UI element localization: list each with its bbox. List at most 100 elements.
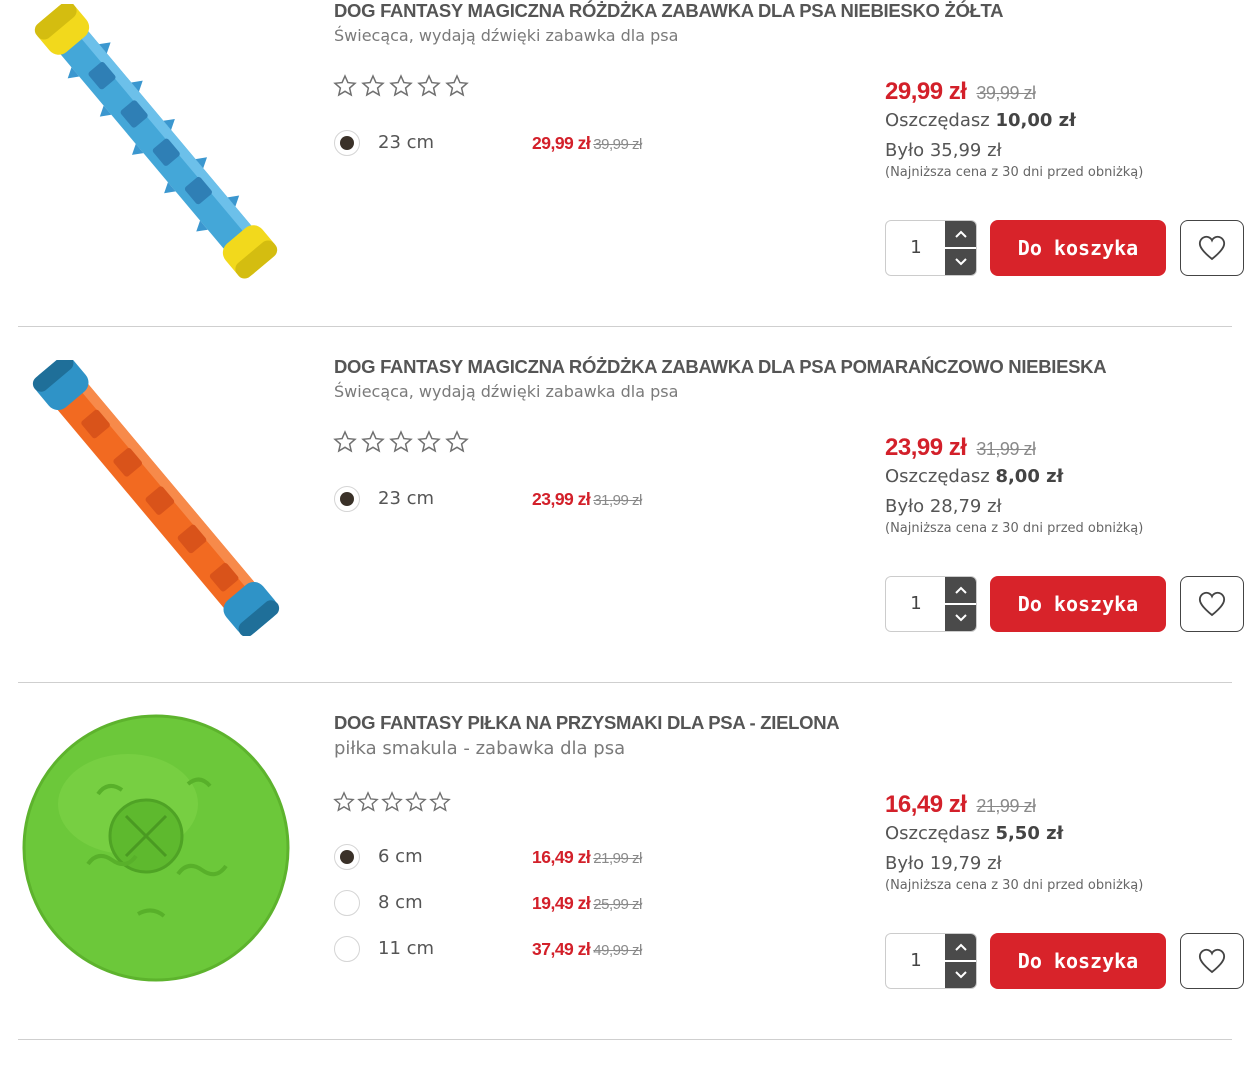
quantity-input[interactable]: 1 xyxy=(886,221,946,275)
rating-stars[interactable] xyxy=(333,791,451,816)
product-image[interactable] xyxy=(18,4,294,280)
price-summary: 16,49 zł 21,99 zł Oszczędasz 5,50 zł Było… xyxy=(885,791,1143,893)
variant-size: 6 cm xyxy=(378,846,423,867)
variant-radio[interactable] xyxy=(334,130,360,156)
variant-old-price: 25,99 zł xyxy=(593,896,642,913)
star-outline-icon xyxy=(361,430,385,457)
star-outline-icon xyxy=(357,791,379,816)
product-card: DOG FANTASY MAGICZNA RÓŻDŻKA ZABAWKA DLA… xyxy=(0,356,1250,712)
product-divider xyxy=(18,1039,1232,1040)
chevron-up-icon xyxy=(955,586,967,594)
variant-list: 6 cm 16,49 zł 21,99 zł 8 cm 19,49 zł 25,99… xyxy=(334,844,694,982)
quantity-increase-button[interactable] xyxy=(945,577,976,603)
variant-option[interactable]: 23 cm 23,99 zł 31,99 zł xyxy=(334,486,694,532)
price-summary: 23,99 zł 31,99 zł Oszczędasz 8,00 zł Było… xyxy=(885,434,1143,536)
old-price: 39,99 zł xyxy=(976,83,1036,103)
variant-option[interactable]: 23 cm 29,99 zł 39,99 zł xyxy=(334,130,694,176)
previous-price-text: Było 19,79 zł xyxy=(885,853,1002,874)
product-image[interactable] xyxy=(18,714,294,990)
add-to-cart-button[interactable]: Do koszyka xyxy=(990,220,1166,276)
product-card: DOG FANTASY MAGICZNA RÓŻDŻKA ZABAWKA DLA… xyxy=(0,0,1250,356)
variant-radio[interactable] xyxy=(334,486,360,512)
add-to-favorites-button[interactable] xyxy=(1180,220,1244,276)
variant-size: 23 cm xyxy=(378,132,435,153)
variant-radio[interactable] xyxy=(334,844,360,870)
star-outline-icon xyxy=(417,430,441,457)
product-title[interactable]: DOG FANTASY PIŁKA NA PRZYSMAKI DLA PSA -… xyxy=(334,712,840,734)
quantity-increase-button[interactable] xyxy=(945,221,976,247)
add-to-cart-button[interactable]: Do koszyka xyxy=(990,933,1166,989)
variant-old-price: 21,99 zł xyxy=(593,850,642,867)
star-outline-icon xyxy=(445,430,469,457)
quantity-input[interactable]: 1 xyxy=(886,934,946,988)
product-title[interactable]: DOG FANTASY MAGICZNA RÓŻDŻKA ZABAWKA DLA… xyxy=(334,356,1107,378)
product-subtitle: Świecąca, wydają dźwięki zabawka dla psa xyxy=(334,26,679,45)
quantity-input[interactable]: 1 xyxy=(886,577,946,631)
chevron-up-icon xyxy=(955,943,967,951)
product-list-page: DOG FANTASY MAGICZNA RÓŻDŻKA ZABAWKA DLA… xyxy=(0,0,1250,1069)
current-price: 23,99 zł 31,99 zł xyxy=(885,434,1036,461)
variant-price: 23,99 zł 31,99 zł xyxy=(532,489,642,509)
previous-price-text: Było 28,79 zł xyxy=(885,496,1002,517)
heart-outline-icon xyxy=(1198,948,1226,974)
variant-old-price: 39,99 zł xyxy=(593,136,642,153)
variant-price: 29,99 zł 39,99 zł xyxy=(532,133,642,153)
savings-text: Oszczędasz 5,50 zł xyxy=(885,823,1064,844)
variant-option[interactable]: 11 cm 37,49 zł 49,99 zł xyxy=(334,936,694,982)
star-outline-icon xyxy=(333,430,357,457)
variant-price: 37,49 zł 49,99 zł xyxy=(532,939,642,959)
quantity-decrease-button[interactable] xyxy=(945,249,976,275)
rating-stars[interactable] xyxy=(333,430,469,457)
star-outline-icon xyxy=(405,791,427,816)
product-card: DOG FANTASY PIŁKA NA PRZYSMAKI DLA PSA -… xyxy=(0,712,1250,1068)
quantity-decrease-button[interactable] xyxy=(945,605,976,631)
lowest-price-note: (Najniższa cena z 30 dni przed obniżką) xyxy=(885,878,1144,893)
star-outline-icon xyxy=(417,74,441,101)
variant-price: 19,49 zł 25,99 zł xyxy=(532,893,642,913)
variant-old-price: 49,99 zł xyxy=(593,942,642,959)
star-outline-icon xyxy=(361,74,385,101)
product-divider xyxy=(18,326,1232,327)
orange-blue-wand-toy-image xyxy=(32,360,280,636)
old-price: 31,99 zł xyxy=(976,439,1036,459)
rating-stars[interactable] xyxy=(333,74,469,101)
star-outline-icon xyxy=(381,791,403,816)
variant-price: 16,49 zł 21,99 zł xyxy=(532,847,642,867)
quantity-stepper: 1 xyxy=(885,933,977,989)
variant-radio[interactable] xyxy=(334,890,360,916)
chevron-down-icon xyxy=(955,258,967,266)
chevron-down-icon xyxy=(955,614,967,622)
variant-option[interactable]: 6 cm 16,49 zł 21,99 zł xyxy=(334,844,694,890)
star-outline-icon xyxy=(333,74,357,101)
variant-size: 11 cm xyxy=(378,938,435,959)
product-title[interactable]: DOG FANTASY MAGICZNA RÓŻDŻKA ZABAWKA DLA… xyxy=(334,0,1004,22)
quantity-stepper: 1 xyxy=(885,576,977,632)
product-image[interactable] xyxy=(18,360,294,636)
variant-radio[interactable] xyxy=(334,936,360,962)
variant-option[interactable]: 8 cm 19,49 zł 25,99 zł xyxy=(334,890,694,936)
chevron-down-icon xyxy=(955,971,967,979)
quantity-decrease-button[interactable] xyxy=(945,962,976,988)
star-outline-icon xyxy=(389,74,413,101)
price-summary: 29,99 zł 39,99 zł Oszczędasz 10,00 zł Był… xyxy=(885,78,1143,180)
old-price: 21,99 zł xyxy=(976,796,1036,816)
blue-yellow-wand-toy-image xyxy=(34,4,278,279)
savings-text: Oszczędasz 10,00 zł xyxy=(885,110,1076,131)
heart-outline-icon xyxy=(1198,235,1226,261)
add-to-favorites-button[interactable] xyxy=(1180,933,1244,989)
savings-text: Oszczędasz 8,00 zł xyxy=(885,466,1064,487)
lowest-price-note: (Najniższa cena z 30 dni przed obniżką) xyxy=(885,521,1144,536)
product-divider xyxy=(18,682,1232,683)
quantity-increase-button[interactable] xyxy=(945,934,976,960)
add-to-cart-button[interactable]: Do koszyka xyxy=(990,576,1166,632)
star-outline-icon xyxy=(445,74,469,101)
add-to-favorites-button[interactable] xyxy=(1180,576,1244,632)
quantity-stepper: 1 xyxy=(885,220,977,276)
current-price: 16,49 zł 21,99 zł xyxy=(885,791,1036,818)
variant-old-price: 31,99 zł xyxy=(593,492,642,509)
previous-price-text: Było 35,99 zł xyxy=(885,140,1002,161)
heart-outline-icon xyxy=(1198,591,1226,617)
star-outline-icon xyxy=(389,430,413,457)
variant-list: 23 cm 29,99 zł 39,99 zł xyxy=(334,130,694,176)
product-subtitle: Świecąca, wydają dźwięki zabawka dla psa xyxy=(334,382,679,401)
